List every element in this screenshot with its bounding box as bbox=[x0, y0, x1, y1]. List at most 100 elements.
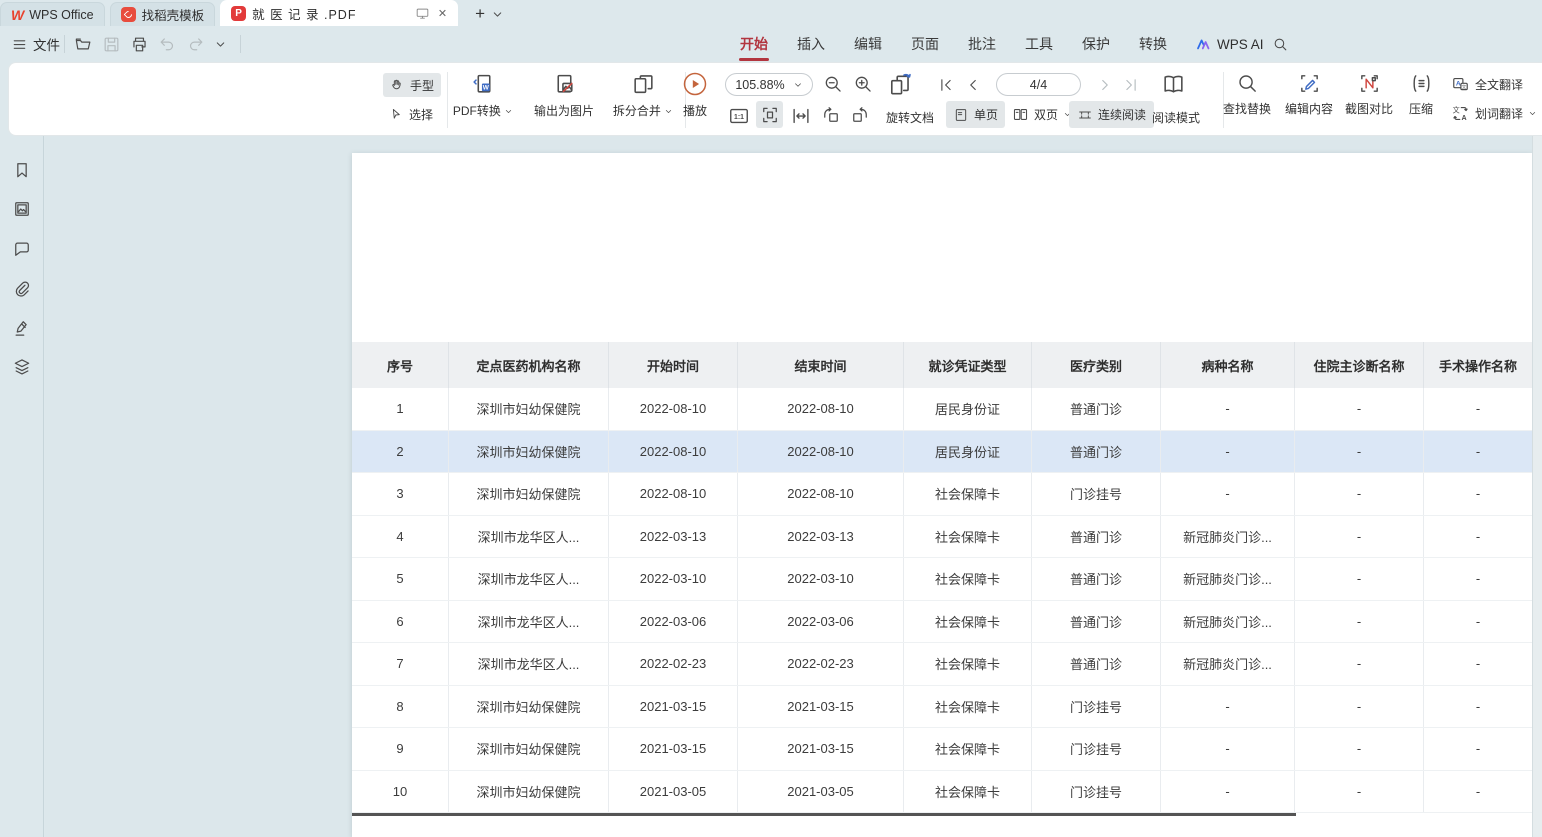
table-cell: 门诊挂号 bbox=[1032, 771, 1161, 813]
table-cell: 新冠肺炎门诊... bbox=[1161, 516, 1295, 558]
undo-icon[interactable] bbox=[158, 35, 177, 54]
wps-ai-button[interactable]: WPS AI bbox=[1196, 36, 1264, 52]
attachment-icon[interactable] bbox=[12, 279, 32, 299]
menu-tab-home[interactable]: 开始 bbox=[740, 34, 768, 54]
layers-icon[interactable] bbox=[12, 357, 32, 377]
thumbnail-pane-icon[interactable] bbox=[12, 199, 32, 219]
close-tab-icon[interactable]: ✕ bbox=[438, 7, 447, 20]
table-cell: - bbox=[1161, 473, 1295, 515]
table-cell: 社会保障卡 bbox=[904, 643, 1032, 685]
qat-chevron-icon[interactable] bbox=[214, 38, 227, 51]
tab-document-pdf[interactable]: P 就 医 记 录 .PDF ✕ bbox=[220, 0, 458, 26]
find-replace-button[interactable]: 查找替换 bbox=[1219, 72, 1275, 117]
continuous-reading-button[interactable]: 连续阅读 bbox=[1069, 101, 1154, 128]
edit-content-button[interactable]: 编辑内容 bbox=[1281, 72, 1337, 117]
table-cell: - bbox=[1295, 558, 1424, 600]
split-merge-button[interactable]: 拆分合并 bbox=[605, 72, 681, 119]
table-cell: - bbox=[1424, 643, 1532, 685]
double-page-button[interactable]: 双页 bbox=[1006, 101, 1078, 128]
column-header: 住院主诊断名称 bbox=[1295, 342, 1424, 388]
table-cell: - bbox=[1161, 686, 1295, 728]
menu-tab-convert[interactable]: 转换 bbox=[1139, 34, 1167, 54]
compress-button[interactable]: 压缩 bbox=[1400, 72, 1442, 117]
table-cell: - bbox=[1295, 686, 1424, 728]
redo-icon[interactable] bbox=[186, 35, 205, 54]
menu-tab-edit[interactable]: 编辑 bbox=[854, 34, 882, 54]
new-tab-button[interactable]: + bbox=[469, 2, 491, 26]
rotate-pages-icon[interactable] bbox=[888, 72, 914, 98]
table-cell: - bbox=[1424, 558, 1532, 600]
fit-width-icon bbox=[790, 105, 812, 127]
menu-tab-insert[interactable]: 插入 bbox=[797, 34, 825, 54]
menu-tab-protect[interactable]: 保护 bbox=[1082, 34, 1110, 54]
zoom-out-icon[interactable] bbox=[823, 74, 844, 95]
zoom-in-icon[interactable] bbox=[853, 74, 874, 95]
tab-docer-templates[interactable]: 找稻壳模板 bbox=[110, 2, 216, 26]
document-viewer[interactable]: 序号定点医药机构名称开始时间结束时间就诊凭证类型医疗类别病种名称住院主诊断名称手… bbox=[45, 136, 1542, 837]
last-page-icon[interactable] bbox=[1122, 76, 1140, 94]
docer-icon bbox=[121, 7, 136, 22]
zoom-level-dropdown[interactable]: 105.88% bbox=[725, 73, 813, 96]
fit-width-button[interactable] bbox=[789, 104, 812, 127]
open-file-icon[interactable] bbox=[74, 35, 93, 54]
table-cell: - bbox=[1295, 431, 1424, 473]
table-cell: 新冠肺炎门诊... bbox=[1161, 643, 1295, 685]
column-header: 定点医药机构名称 bbox=[449, 342, 609, 388]
vertical-scrollbar[interactable] bbox=[1532, 136, 1542, 837]
single-page-button[interactable]: 单页 bbox=[946, 101, 1005, 128]
zoom-level-value: 105.88% bbox=[735, 78, 784, 92]
left-panel-sidebar bbox=[0, 136, 44, 837]
pdf-convert-button[interactable]: W PDF转换 bbox=[443, 72, 523, 119]
table-cell: 社会保障卡 bbox=[904, 728, 1032, 770]
first-page-icon[interactable] bbox=[937, 76, 955, 94]
table-cell: 社会保障卡 bbox=[904, 473, 1032, 515]
tab-list-chevron-icon[interactable] bbox=[491, 2, 504, 26]
select-tool-button[interactable]: 选择 bbox=[383, 102, 441, 126]
find-replace-label: 查找替换 bbox=[1223, 100, 1271, 117]
edit-content-icon bbox=[1298, 72, 1321, 95]
table-cell: 普通门诊 bbox=[1032, 601, 1161, 643]
screenshot-compare-button[interactable]: 截图对比 bbox=[1341, 72, 1397, 117]
menu-tab-page[interactable]: 页面 bbox=[911, 34, 939, 54]
table-cell: 深圳市龙华区人... bbox=[449, 643, 609, 685]
rotate-left-icon[interactable] bbox=[821, 105, 841, 125]
reading-mode-label[interactable]: 阅读模式 bbox=[1152, 109, 1200, 126]
fit-page-button[interactable] bbox=[756, 101, 783, 128]
export-image-button[interactable]: 输出为图片 bbox=[523, 72, 605, 119]
play-button[interactable]: 播放 bbox=[673, 71, 717, 119]
save-icon[interactable] bbox=[102, 35, 121, 54]
table-cell: 2022-03-06 bbox=[738, 601, 904, 643]
table-row: 10深圳市妇幼保健院2021-03-052021-03-05社会保障卡门诊挂号-… bbox=[352, 771, 1532, 814]
cursor-icon bbox=[389, 107, 404, 122]
table-cell: 普通门诊 bbox=[1032, 558, 1161, 600]
full-translate-button[interactable]: A文 全文翻译 bbox=[1451, 75, 1523, 94]
word-translate-button[interactable]: 文A 划词翻译 bbox=[1451, 104, 1537, 123]
bookmark-icon[interactable] bbox=[12, 160, 32, 180]
wps-ai-label: WPS AI bbox=[1217, 37, 1264, 52]
full-translate-icon: A文 bbox=[1451, 75, 1470, 94]
table-cell: 2021-03-05 bbox=[609, 771, 738, 813]
signature-icon[interactable] bbox=[12, 318, 32, 338]
tab-wps-office[interactable]: W WPS Office bbox=[0, 2, 105, 26]
one-to-one-icon: 1:1 bbox=[728, 105, 750, 127]
actual-size-button[interactable]: 1:1 bbox=[727, 104, 750, 127]
table-header-row: 序号定点医药机构名称开始时间结束时间就诊凭证类型医疗类别病种名称住院主诊断名称手… bbox=[352, 342, 1532, 388]
page-number-input[interactable]: 4/4 bbox=[996, 73, 1081, 96]
hand-tool-button[interactable]: 手型 bbox=[383, 73, 441, 97]
continuous-reading-label: 连续阅读 bbox=[1098, 106, 1146, 123]
file-menu-button[interactable]: 文件 bbox=[12, 26, 60, 62]
menu-tab-comment[interactable]: 批注 bbox=[968, 34, 996, 54]
rotate-right-icon[interactable] bbox=[850, 105, 870, 125]
next-page-icon[interactable] bbox=[1096, 76, 1114, 94]
table-cell: 2021-03-15 bbox=[738, 686, 904, 728]
menu-tab-tools[interactable]: 工具 bbox=[1025, 34, 1053, 54]
menu-search-icon[interactable] bbox=[1272, 36, 1289, 53]
rotate-doc-label[interactable]: 旋转文档 bbox=[886, 109, 934, 126]
print-icon[interactable] bbox=[130, 35, 149, 54]
separate-window-icon[interactable] bbox=[415, 6, 430, 21]
table-row: 1深圳市妇幼保健院2022-08-102022-08-10居民身份证普通门诊--… bbox=[352, 388, 1532, 431]
previous-page-icon[interactable] bbox=[964, 76, 982, 94]
comment-pane-icon[interactable] bbox=[12, 239, 32, 259]
reading-mode-icon[interactable] bbox=[1161, 72, 1186, 97]
table-cell: 深圳市妇幼保健院 bbox=[449, 686, 609, 728]
